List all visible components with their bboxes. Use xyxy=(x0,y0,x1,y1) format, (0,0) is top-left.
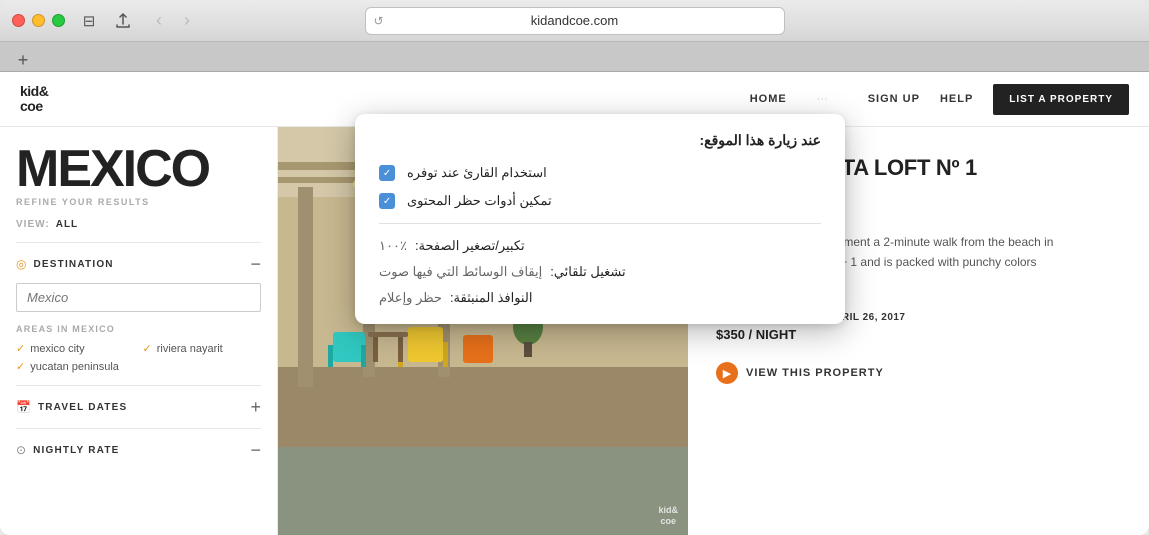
destination-icon: ◎ xyxy=(16,257,26,271)
travel-dates-header[interactable]: 📅 TRAVEL DATES + xyxy=(16,398,261,416)
popup-checkbox-content-blocker[interactable]: ✓ xyxy=(379,193,395,209)
list-property-button[interactable]: LIST A PROPERTY xyxy=(993,84,1129,115)
nav-forward-button[interactable]: › xyxy=(173,7,201,35)
site-logo: kid& coe xyxy=(20,84,48,115)
tab-bar: + xyxy=(0,42,1149,72)
nav-back-button[interactable]: ‹ xyxy=(145,7,173,35)
areas-label: AREAS IN MEXICO xyxy=(16,324,261,334)
destination-filter: ◎ DESTINATION − AREAS IN MEXICO ✓ mexico… xyxy=(16,242,261,385)
page-title: MEXICO xyxy=(16,143,261,195)
reload-icon[interactable]: ↺ xyxy=(374,14,384,28)
property-price: $350 / NIGHT xyxy=(716,327,1121,342)
view-option-all[interactable]: ALL xyxy=(56,219,78,230)
browser-window: ⊟ ‹ › ↺ kidandcoe.com + kid& xyxy=(0,0,1149,535)
travel-dates-toggle-icon[interactable]: + xyxy=(250,398,261,416)
site-settings-popup[interactable]: عند زيارة هذا الموقع: استخدام القارئ عند… xyxy=(355,114,845,324)
popup-row-autoplay-value: إيقاف الوسائط التي فيها صوت xyxy=(379,264,542,280)
nightly-rate-label: NIGHTLY RATE xyxy=(33,445,119,456)
area-item-yucatan: ✓ yucatan peninsula xyxy=(16,360,135,373)
popup-row-autoplay: تشغيل تلقائي: إيقاف الوسائط التي فيها صو… xyxy=(379,264,821,280)
destination-toggle-icon[interactable]: − xyxy=(250,255,261,273)
view-property-icon: ▶ xyxy=(716,362,738,384)
popup-checkbox-reader[interactable]: ✓ xyxy=(379,165,395,181)
nightly-rate-filter: ⊙ NIGHTLY RATE − xyxy=(16,428,261,471)
header-actions: SIGN UP HELP LIST A PROPERTY xyxy=(868,84,1129,115)
popup-item-content-blocker-text: تمكين أدوات حظر المحتوى xyxy=(407,193,552,209)
destination-input[interactable] xyxy=(16,283,261,312)
popup-row-zoom: تكبير/تصغير الصفحة: ٪١٠٠ xyxy=(379,238,821,254)
window-controls xyxy=(12,14,65,27)
help-link[interactable]: HELP xyxy=(940,93,973,105)
view-label: VIEW: xyxy=(16,219,50,230)
check-icon: ✓ xyxy=(143,342,152,355)
popup-divider xyxy=(379,223,821,224)
view-property-button[interactable]: ▶ VIEW THIS PROPERTY xyxy=(716,362,1121,384)
check-icon: ✓ xyxy=(16,342,25,355)
destination-label: DESTINATION xyxy=(33,259,113,270)
browser-titlebar: ⊟ ‹ › ↺ kidandcoe.com xyxy=(0,0,1149,42)
area-item-mexico-city: ✓ mexico city xyxy=(16,342,135,355)
travel-dates-label: TRAVEL DATES xyxy=(38,402,127,413)
area-item-riviera-nayarit: ✓ riviera nayarit xyxy=(143,342,262,355)
destination-filter-content: AREAS IN MEXICO ✓ mexico city ✓ riviera … xyxy=(16,283,261,373)
address-bar[interactable]: ↺ kidandcoe.com xyxy=(365,7,785,35)
popup-row-autoplay-label: تشغيل تلقائي: xyxy=(550,264,625,280)
popup-row-zoom-value: ٪١٠٠ xyxy=(379,238,407,254)
popup-row-zoom-label: تكبير/تصغير الصفحة: xyxy=(415,238,525,254)
popup-row-popups-value: حظر وإعلام xyxy=(379,290,442,306)
site-nav: HOME ··· xyxy=(750,93,828,105)
refine-label: REFINE YOUR RESULTS xyxy=(16,197,261,207)
view-bar: VIEW: ALL xyxy=(16,219,261,230)
image-watermark: kid&coe xyxy=(658,505,678,527)
calendar-icon: 📅 xyxy=(16,400,31,414)
popup-item-content-blocker: تمكين أدوات حظر المحتوى ✓ xyxy=(379,193,821,209)
popup-item-reader: استخدام القارئ عند توفره ✓ xyxy=(379,165,821,181)
check-icon: ✓ xyxy=(16,360,25,373)
nightly-rate-header[interactable]: ⊙ NIGHTLY RATE − xyxy=(16,441,261,459)
maximize-button[interactable] xyxy=(52,14,65,27)
sidebar: MEXICO REFINE YOUR RESULTS VIEW: ALL ◎ D… xyxy=(0,127,278,535)
sign-up-link[interactable]: SIGN UP xyxy=(868,93,920,105)
popup-item-reader-text: استخدام القارئ عند توفره xyxy=(407,165,547,181)
nav-home[interactable]: HOME xyxy=(750,93,787,105)
minimize-button[interactable] xyxy=(32,14,45,27)
new-tab-button[interactable]: + xyxy=(10,49,36,71)
areas-grid: ✓ mexico city ✓ riviera nayarit ✓ yucata… xyxy=(16,342,261,373)
rate-icon: ⊙ xyxy=(16,443,26,457)
travel-dates-filter: 📅 TRAVEL DATES + xyxy=(16,385,261,428)
share-icon[interactable] xyxy=(109,7,137,35)
nightly-rate-toggle-icon[interactable]: − xyxy=(250,441,261,459)
close-button[interactable] xyxy=(12,14,25,27)
popup-title: عند زيارة هذا الموقع: xyxy=(379,132,821,149)
website-content: kid& coe HOME ··· SIGN UP HELP LIST A PR… xyxy=(0,72,1149,535)
sidebar-toggle-icon[interactable]: ⊟ xyxy=(75,7,103,35)
popup-row-popups: النوافذ المنبثقة: حظر وإعلام xyxy=(379,290,821,306)
popup-row-popups-label: النوافذ المنبثقة: xyxy=(450,290,533,306)
url-text: kidandcoe.com xyxy=(531,13,618,28)
view-property-label: VIEW THIS PROPERTY xyxy=(746,367,884,379)
destination-filter-header[interactable]: ◎ DESTINATION − xyxy=(16,255,261,273)
